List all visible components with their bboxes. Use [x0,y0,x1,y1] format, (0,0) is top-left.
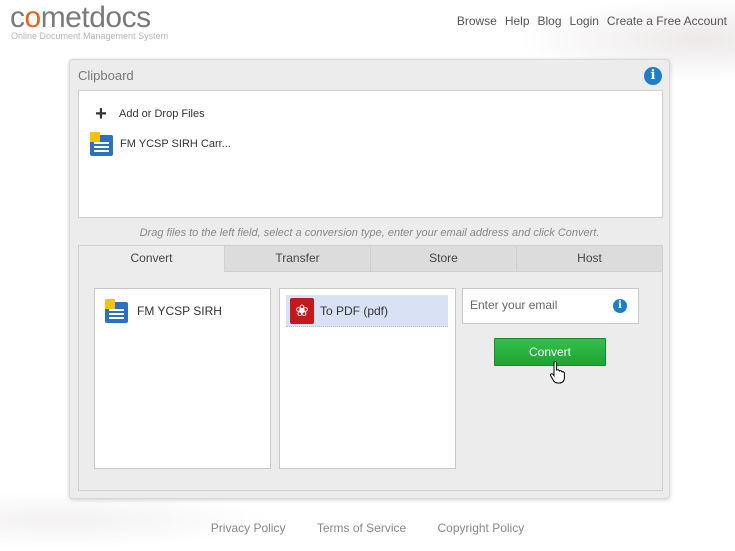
document-icon [90,132,114,156]
hand-cursor-icon [549,361,565,384]
tab-convert[interactable]: Convert [79,246,224,272]
instruction-hint: Drag files to the left field, select a c… [139,227,600,239]
clipboard-dropzone[interactable]: + Add or Drop Files FM YCSP SIRH Carr... [78,90,663,218]
info-icon[interactable]: i [644,67,662,85]
footer-terms-of-service[interactable]: Terms of Service [317,521,406,535]
add-files-label: Add or Drop Files [119,108,205,120]
source-file-name: FM YCSP SIRH [137,304,222,318]
clipboard-file-item[interactable]: FM YCSP SIRH Carr... [90,132,231,156]
add-files-button[interactable]: + Add or Drop Files [93,103,205,125]
pdf-icon: ❀ [290,297,314,324]
nav-blog[interactable]: Blog [538,14,562,28]
clipboard-file-name: FM YCSP SIRH Carr... [120,138,231,150]
format-option-pdf[interactable]: ❀ To PDF (pdf) [286,295,448,327]
footer-links: Privacy Policy Terms of Service Copyrigh… [0,521,735,535]
format-list[interactable]: ❀ To PDF (pdf) [279,288,456,469]
top-nav: Browse Help Blog Login Create a Free Acc… [457,14,727,28]
tab-bar: Convert Transfer Store Host [79,246,662,272]
email-info-icon[interactable]: i [613,299,627,313]
nav-create-account[interactable]: Create a Free Account [607,14,727,28]
action-tabs: Convert Transfer Store Host FM YCSP SIRH… [78,245,663,491]
format-label: To PDF (pdf) [320,303,389,318]
tab-transfer[interactable]: Transfer [224,246,370,272]
source-files-list[interactable]: FM YCSP SIRH [94,288,271,469]
source-file-item[interactable]: FM YCSP SIRH [105,299,222,323]
email-field[interactable] [470,289,610,321]
footer-privacy-policy[interactable]: Privacy Policy [211,521,286,535]
logo-wordmark: cometdocs [10,1,151,34]
nav-browse[interactable]: Browse [457,14,497,28]
nav-login[interactable]: Login [570,14,599,28]
tab-host[interactable]: Host [516,246,662,272]
converter-panel: Clipboard i + Add or Drop Files FM YCSP … [69,59,670,499]
footer-copyright-policy[interactable]: Copyright Policy [438,521,525,535]
tab-store[interactable]: Store [370,246,516,272]
logo[interactable]: cometdocs Online Document Management Sys… [10,1,168,42]
plus-icon: + [95,103,107,125]
nav-help[interactable]: Help [505,14,530,28]
email-field-wrapper: i [462,288,639,324]
document-icon [105,299,129,323]
clipboard-title: Clipboard [78,68,134,83]
